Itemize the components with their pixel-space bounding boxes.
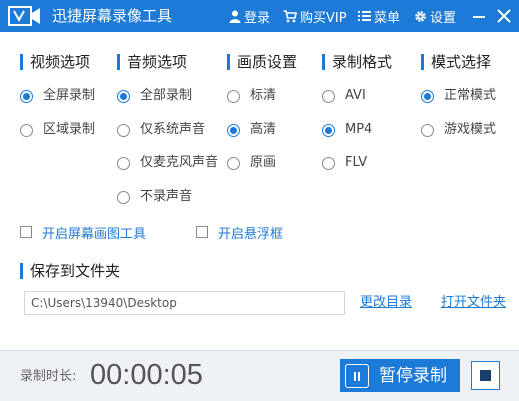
video-option-fullscreen[interactable]: 全屏录制 (20, 86, 95, 106)
radio-button[interactable] (117, 89, 130, 103)
audio-section-title: 音频选项 (117, 51, 187, 73)
quality-option-hd[interactable]: 高清 (227, 120, 276, 140)
audio-option-none[interactable]: 不录声音 (117, 187, 192, 207)
radio-button[interactable] (421, 123, 434, 137)
radio-button[interactable] (117, 190, 130, 204)
app-logo-icon (8, 6, 40, 26)
gear-icon (415, 10, 426, 22)
radio-button[interactable] (322, 89, 335, 103)
float-window-checkbox[interactable]: 开启悬浮框 (196, 222, 283, 242)
change-directory-link[interactable]: 更改目录 (360, 294, 412, 312)
video-option-region[interactable]: 区域录制 (20, 120, 95, 140)
format-section-title: 录制格式 (322, 51, 392, 73)
pause-recording-label: 暂停录制 (379, 365, 447, 386)
duration-value: 00:00:05 (90, 359, 203, 391)
login-button[interactable]: 登录 (229, 7, 271, 26)
login-label: 登录 (244, 10, 271, 26)
audio-option-mic-only[interactable]: 仅麦克风声音 (117, 153, 218, 173)
menu-button[interactable]: 菜单 (358, 7, 401, 26)
mode-option-normal[interactable]: 正常模式 (421, 86, 496, 106)
radio-button[interactable] (20, 123, 33, 137)
radio-button[interactable] (227, 89, 240, 103)
close-button[interactable] (494, 5, 514, 27)
audio-option-all[interactable]: 全部录制 (117, 86, 192, 106)
format-option-avi[interactable]: AVI (322, 86, 366, 106)
format-option-flv[interactable]: FLV (322, 153, 367, 173)
minimize-button[interactable] (469, 5, 489, 27)
buy-vip-label: 购买VIP (300, 10, 347, 26)
save-path-input[interactable] (24, 291, 345, 315)
app-title: 迅捷屏幕录像工具 (52, 7, 173, 25)
mode-section-title: 模式选择 (421, 51, 491, 73)
open-folder-link[interactable]: 打开文件夹 (441, 294, 506, 312)
video-section-title: 视频选项 (20, 51, 90, 73)
user-icon (229, 10, 241, 23)
radio-button[interactable] (322, 123, 335, 137)
duration-label: 录制时长: (20, 369, 77, 384)
menu-icon (358, 11, 371, 21)
buy-vip-button[interactable]: 购买VIP (283, 7, 347, 26)
pause-recording-button[interactable]: 暂停录制 (340, 359, 460, 392)
radio-button[interactable] (421, 89, 434, 103)
radio-button[interactable] (117, 156, 130, 170)
cart-icon (283, 9, 297, 22)
format-option-mp4[interactable]: MP4 (322, 120, 372, 140)
radio-button[interactable] (227, 123, 240, 137)
audio-option-system-only[interactable]: 仅系统声音 (117, 120, 205, 140)
screen-draw-tool-checkbox[interactable]: 开启屏幕画图工具 (20, 222, 146, 242)
title-bar: 迅捷屏幕录像工具 登录 购买VIP 菜单 设置 (0, 0, 519, 32)
stop-button[interactable] (471, 361, 500, 390)
radio-button[interactable] (227, 156, 240, 170)
radio-button[interactable] (117, 123, 130, 137)
status-bar: 录制时长: 00:00:05 暂停录制 (0, 350, 519, 401)
quality-option-sd[interactable]: 标清 (227, 86, 276, 106)
checkbox[interactable] (196, 226, 208, 238)
settings-button[interactable]: 设置 (414, 7, 457, 26)
radio-button[interactable] (20, 89, 33, 103)
save-section-title: 保存到文件夹 (20, 260, 120, 282)
checkbox[interactable] (20, 226, 32, 238)
menu-label: 菜单 (374, 10, 401, 26)
settings-label: 设置 (430, 10, 457, 26)
radio-button[interactable] (322, 156, 335, 170)
mode-option-game[interactable]: 游戏模式 (421, 120, 496, 140)
pause-icon (345, 363, 369, 388)
quality-option-original[interactable]: 原画 (227, 153, 276, 173)
quality-section-title: 画质设置 (227, 51, 297, 73)
